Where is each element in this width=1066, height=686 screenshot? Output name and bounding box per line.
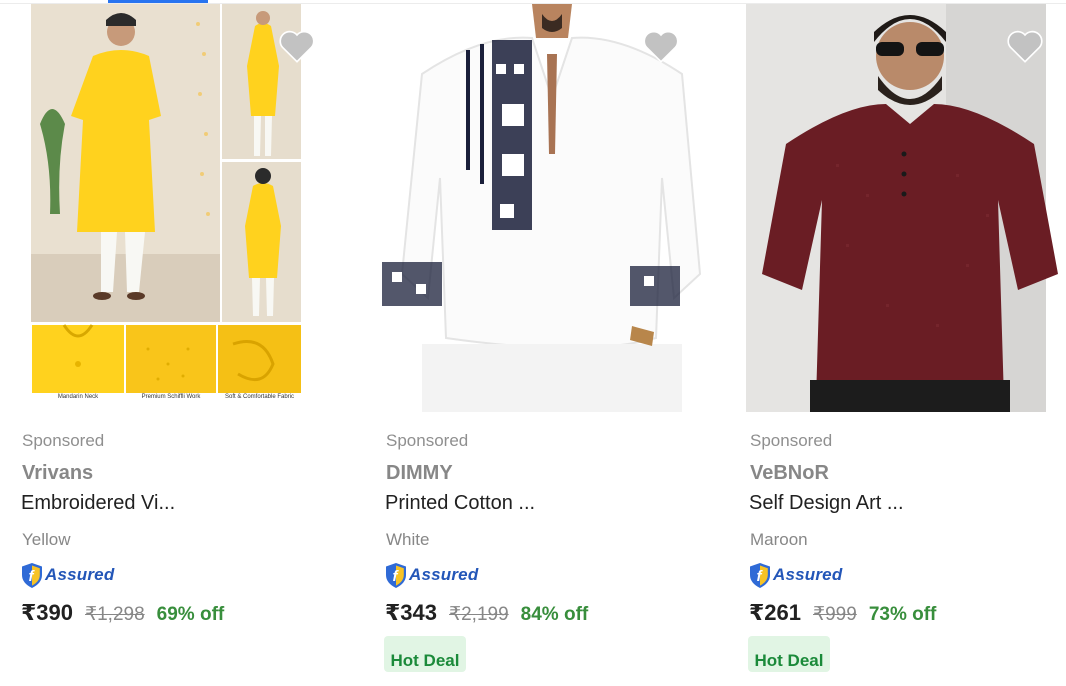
assured-text: Assured (773, 565, 843, 584)
wishlist-heart-icon[interactable] (1005, 26, 1045, 64)
assured-shield-icon: f (386, 562, 406, 588)
brand-name: Vrivans (22, 462, 94, 484)
hot-deal-badge: Hot Deal (384, 636, 466, 672)
product-image-yellow-kurta (30, 4, 301, 412)
product-card[interactable]: Sponsored VeBNoR Self Design Art ... Mar… (746, 4, 1066, 672)
image-caption: Premium Schiffli Work (141, 394, 201, 400)
product-image-maroon-shirt (746, 4, 1066, 412)
assured-badge: f Assured (20, 561, 114, 589)
price-row: ₹261 ₹999 73% off (749, 600, 936, 626)
assured-badge: f Assured (748, 561, 842, 589)
sponsored-label: Sponsored (22, 431, 105, 450)
brand-name: VeBNoR (750, 462, 829, 484)
product-image[interactable] (382, 4, 722, 412)
original-price: ₹1,298 (85, 604, 145, 625)
selling-price: ₹261 (749, 600, 802, 625)
original-price: ₹999 (813, 604, 857, 625)
brand-name: DIMMY (386, 462, 453, 484)
product-card[interactable]: Mandarin Neck Premium Schiffli Work Soft… (18, 4, 358, 666)
price-row: ₹390 ₹1,298 69% off (21, 600, 224, 626)
wishlist-heart-icon[interactable] (277, 26, 317, 64)
price-row: ₹343 ₹2,199 84% off (385, 600, 588, 626)
image-caption: Soft & Comfortable Fabric (224, 394, 295, 400)
assured-text: Assured (409, 565, 479, 584)
discount-percent: 69% off (156, 604, 225, 625)
product-color: Yellow (22, 530, 71, 549)
product-image[interactable]: Mandarin Neck Premium Schiffli Work Soft… (18, 4, 358, 412)
product-title[interactable]: Embroidered Vi... (21, 492, 175, 515)
hot-deal-badge: Hot Deal (748, 636, 830, 672)
selling-price: ₹343 (385, 600, 438, 625)
selling-price: ₹390 (21, 600, 74, 625)
assured-text: Assured (45, 565, 115, 584)
assured-badge: f Assured (384, 561, 478, 589)
assured-shield-icon: f (750, 562, 770, 588)
active-tab-indicator (108, 0, 208, 3)
discount-percent: 73% off (868, 604, 937, 625)
product-color: White (386, 530, 430, 549)
sponsored-label: Sponsored (750, 431, 833, 450)
assured-shield-icon: f (22, 562, 42, 588)
wishlist-heart-icon[interactable] (641, 26, 681, 64)
product-title[interactable]: Self Design Art ... (749, 492, 904, 515)
product-color: Maroon (750, 530, 808, 549)
product-image[interactable] (746, 4, 1066, 412)
image-caption: Mandarin Neck (57, 394, 99, 400)
product-card[interactable]: Sponsored DIMMY Printed Cotton ... White… (382, 4, 722, 672)
product-title[interactable]: Printed Cotton ... (385, 492, 535, 515)
original-price: ₹2,199 (449, 604, 509, 625)
product-image-white-shirt (382, 4, 722, 412)
discount-percent: 84% off (520, 604, 589, 625)
sponsored-label: Sponsored (386, 431, 469, 450)
